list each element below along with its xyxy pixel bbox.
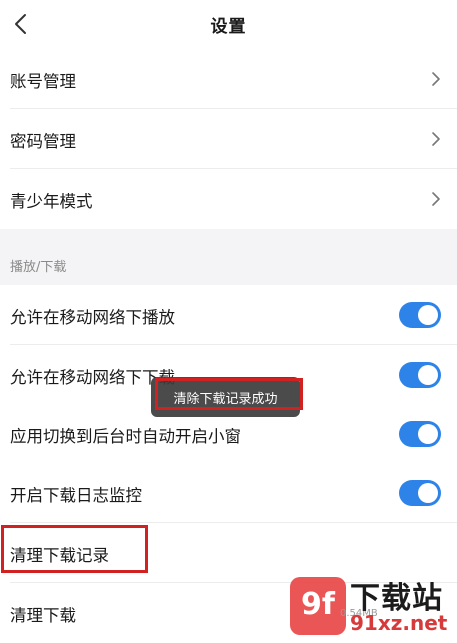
password-management-row[interactable]: 密码管理 (0, 109, 457, 169)
row-label: 清理下载 (10, 606, 76, 625)
toggle-knob (418, 365, 438, 385)
page-title: 设置 (210, 17, 247, 37)
toggle-knob (418, 305, 438, 325)
toggle-knob (418, 483, 438, 503)
section-header: 播放/下载 (0, 229, 457, 285)
mobile-play-toggle[interactable] (399, 302, 441, 328)
row-label: 应用切换到后台时自动开启小窗 (10, 427, 241, 446)
chevron-right-icon (432, 192, 440, 206)
mini-window-toggle[interactable] (399, 421, 441, 447)
mobile-network-play-row: 允许在移动网络下播放 (0, 285, 457, 345)
row-label: 账号管理 (10, 72, 76, 91)
watermark-url: 91xz.net (350, 611, 448, 635)
toast-highlight-box (155, 378, 303, 410)
row-label: 青少年模式 (10, 192, 93, 211)
row-label: 密码管理 (10, 132, 76, 151)
toggle-knob (418, 424, 438, 444)
chevron-right-icon (432, 72, 440, 86)
download-log-row: 开启下载日志监控 (0, 463, 457, 523)
download-log-toggle[interactable] (399, 480, 441, 506)
chevron-right-icon (432, 132, 440, 146)
watermark-badge-text: 9f (301, 587, 335, 622)
section-title: 播放/下载 (10, 260, 67, 275)
teen-mode-row[interactable]: 青少年模式 (0, 169, 457, 229)
mobile-download-toggle[interactable] (399, 362, 441, 388)
clear-records-highlight-box (1, 525, 148, 573)
row-label: 允许在移动网络下播放 (10, 308, 175, 327)
account-management-row[interactable]: 账号管理 (0, 49, 457, 109)
row-label: 开启下载日志监控 (10, 486, 142, 505)
watermark-logo: 9f (290, 577, 346, 635)
app-header: 设置 (0, 0, 457, 48)
site-watermark: 9f 0.54MB 下载站 91xz.net (282, 571, 457, 641)
